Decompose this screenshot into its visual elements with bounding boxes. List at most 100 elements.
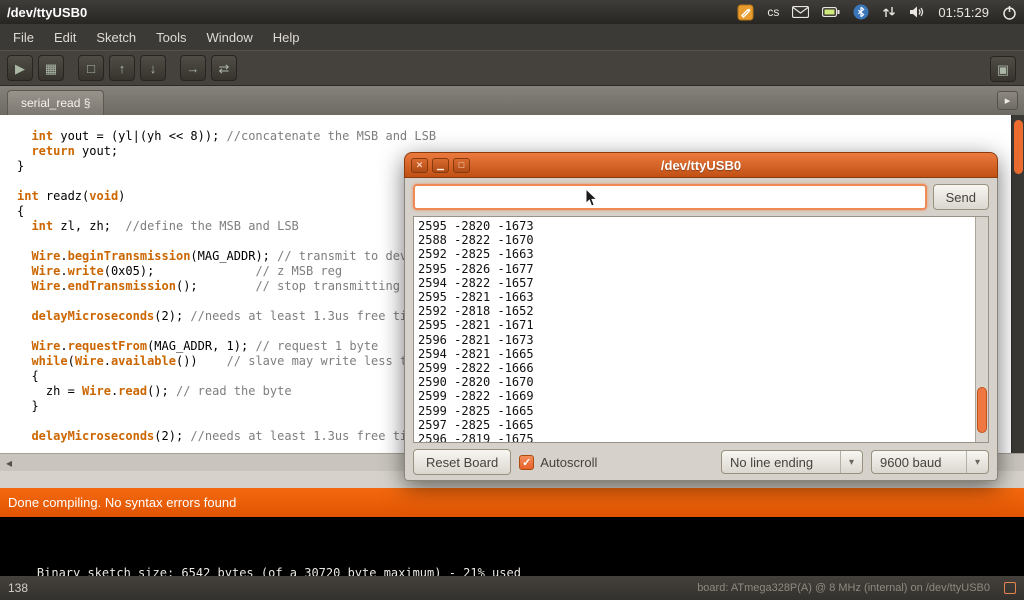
upload-button[interactable]: → (180, 55, 206, 81)
serial-line: 2599 -2822 -1666 (418, 361, 984, 375)
serial-monitor-window: ✕▁□ /dev/ttyUSB0 Send 2595 -2820 -167325… (404, 152, 998, 481)
autoscroll-checkbox[interactable]: ✓ Autoscroll (519, 455, 597, 470)
volume-indicator-icon[interactable] (909, 5, 925, 19)
serial-monitor-title: /dev/ttyUSB0 (405, 158, 997, 173)
code-line: Wire.write(0x05); // z MSB reg (17, 264, 436, 279)
status-message: Done compiling. No syntax errors found (8, 495, 236, 510)
menu-bar: FileEditSketchToolsWindowHelp (0, 24, 1024, 50)
line-ending-value: No line ending (722, 455, 840, 470)
serial-line: 2594 -2822 -1657 (418, 276, 984, 290)
bluetooth-indicator-icon[interactable] (853, 4, 869, 20)
menu-item-edit[interactable]: Edit (44, 26, 86, 49)
tab-bar: serial_read § ▸ (0, 86, 1024, 115)
open-sketch-button[interactable]: ↑ (109, 55, 135, 81)
clock[interactable]: 01:51:29 (938, 5, 989, 20)
serial-output-lines: 2595 -2820 -16732588 -2822 -16702592 -28… (414, 217, 988, 443)
network-indicator-icon[interactable] (882, 6, 896, 18)
editor-vertical-scrollbar[interactable] (1011, 115, 1024, 453)
chevron-down-icon[interactable]: ▾ (840, 451, 862, 473)
serial-output-scrollbar[interactable] (975, 217, 988, 442)
save-sketch-button[interactable]: ↓ (140, 55, 166, 81)
serial-line: 2588 -2822 -1670 (418, 233, 984, 247)
code-line: return yout; (17, 144, 436, 159)
active-window-title: /dev/ttyUSB0 (7, 5, 87, 20)
reset-board-button[interactable]: Reset Board (413, 449, 511, 475)
code-line: { (17, 204, 436, 219)
hscroll-left-arrow-icon[interactable]: ◂ (6, 457, 12, 469)
menu-item-help[interactable]: Help (263, 26, 310, 49)
verify-button[interactable]: ▶ (7, 55, 33, 81)
serial-input[interactable] (413, 184, 927, 210)
code-line (17, 294, 436, 309)
build-console: Binary sketch size: 6542 bytes (of a 307… (0, 517, 1024, 576)
close-window-button[interactable]: ✕ (411, 158, 428, 173)
menu-item-file[interactable]: File (3, 26, 44, 49)
line-number: 138 (8, 581, 28, 595)
scrollbar-thumb[interactable] (977, 387, 987, 433)
line-ending-dropdown[interactable]: No line ending ▾ (721, 450, 863, 474)
code-area: int yout = (yl|(yh << 8)); //concatenate… (17, 129, 436, 444)
code-line: Wire.beginTransmission(MAG_ADDR); // tra… (17, 249, 436, 264)
window-controls: ✕ ▁ □ (411, 158, 474, 173)
autoscroll-label: Autoscroll (540, 455, 597, 470)
serial-line: 2596 -2821 -1673 (418, 333, 984, 347)
export-button[interactable]: ⇄ (211, 55, 237, 81)
serial-monitor-button[interactable]: ▣ (990, 56, 1016, 82)
pencil-indicator-icon[interactable] (737, 4, 754, 21)
scrollbar-thumb[interactable] (1014, 120, 1023, 174)
serial-line: 2595 -2826 -1677 (418, 262, 984, 276)
checkbox-check-icon: ✓ (519, 455, 534, 470)
serial-monitor-titlebar[interactable]: ✕ ▁ □ /dev/ttyUSB0 (404, 152, 998, 178)
board-info: board: ATmega328P(A) @ 8 MHz (internal) … (697, 582, 990, 594)
code-line: while(Wire.available()) // slave may wri… (17, 354, 436, 369)
system-tray: cs 01:51:29 (737, 4, 1017, 21)
tab-serial-read[interactable]: serial_read § (7, 90, 104, 115)
code-line: int readz(void) (17, 189, 436, 204)
resize-grip[interactable] (1004, 582, 1016, 594)
serial-monitor-body: Send 2595 -2820 -16732588 -2822 -1670259… (404, 178, 998, 481)
toolbar: ▶▦ □↑↓ →⇄ ▣ (0, 50, 1024, 86)
tab-menu-arrow-icon: ▸ (1005, 94, 1011, 107)
code-line: } (17, 399, 436, 414)
toolbar-buttons: ▶▦ □↑↓ →⇄ (7, 55, 237, 81)
serial-line: 2590 -2820 -1670 (418, 375, 984, 389)
chevron-down-icon[interactable]: ▾ (966, 451, 988, 473)
code-line: Wire.requestFrom(MAG_ADDR, 1); // reques… (17, 339, 436, 354)
code-line: int zl, zh; //define the MSB and LSB (17, 219, 436, 234)
stop-button[interactable]: ▦ (38, 55, 64, 81)
serial-monitor-controls: Reset Board ✓ Autoscroll No line ending … (413, 449, 989, 475)
serial-line: 2595 -2820 -1673 (418, 219, 984, 233)
code-line: delayMicroseconds(2); //needs at least 1… (17, 309, 436, 324)
menu-item-tools[interactable]: Tools (146, 26, 196, 49)
menu-item-sketch[interactable]: Sketch (86, 26, 146, 49)
battery-indicator-icon[interactable] (822, 7, 840, 17)
serial-line: 2597 -2825 -1665 (418, 418, 984, 432)
mail-indicator-icon[interactable] (792, 6, 809, 18)
serial-line: 2595 -2821 -1663 (418, 290, 984, 304)
footer-status-bar: 138 board: ATmega328P(A) @ 8 MHz (intern… (0, 576, 1024, 600)
code-line: delayMicroseconds(2); //needs at least 1… (17, 429, 436, 444)
maximize-window-button[interactable]: □ (453, 158, 470, 173)
serial-line: 2594 -2821 -1665 (418, 347, 984, 361)
send-button[interactable]: Send (933, 184, 989, 210)
code-line (17, 174, 436, 189)
minimize-window-button[interactable]: ▁ (432, 158, 449, 173)
menu-item-window[interactable]: Window (196, 26, 262, 49)
keyboard-layout-indicator[interactable]: cs (767, 5, 779, 19)
serial-line: 2595 -2821 -1671 (418, 318, 984, 332)
code-line (17, 234, 436, 249)
serial-output[interactable]: 2595 -2820 -16732588 -2822 -16702592 -28… (413, 216, 989, 443)
baud-rate-value: 9600 baud (872, 455, 966, 470)
baud-rate-dropdown[interactable]: 9600 baud ▾ (871, 450, 989, 474)
code-line: zh = Wire.read(); // read the byte (17, 384, 436, 399)
serial-line: 2596 -2819 -1675 (418, 432, 984, 443)
desktop: /dev/ttyUSB0 cs 01:51:29 (0, 0, 1024, 600)
top-panel: /dev/ttyUSB0 cs 01:51:29 (0, 0, 1024, 24)
tab-menu-button[interactable]: ▸ (997, 91, 1018, 110)
tab-label: serial_read § (21, 96, 90, 110)
compile-status-bar: Done compiling. No syntax errors found (0, 488, 1024, 517)
new-sketch-button[interactable]: □ (78, 55, 104, 81)
session-power-icon[interactable] (1002, 5, 1017, 20)
serial-line: 2592 -2825 -1663 (418, 247, 984, 261)
code-line: { (17, 369, 436, 384)
